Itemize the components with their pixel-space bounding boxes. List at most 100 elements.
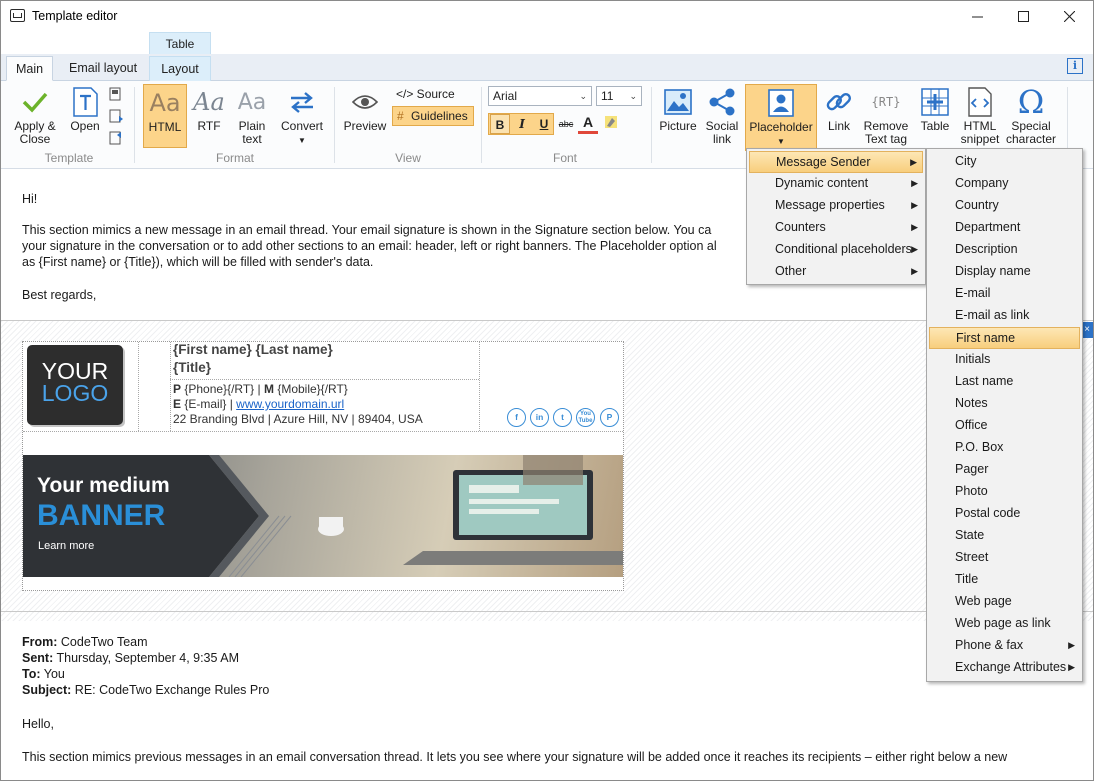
open-button[interactable]: Open [65, 84, 105, 148]
submenu-item-first-name[interactable]: First name [929, 327, 1080, 349]
submenu-item-phone-fax[interactable]: Phone & fax ▶ [929, 635, 1080, 657]
submenu-item-last-name[interactable]: Last name [929, 371, 1080, 393]
placeholder-button[interactable]: Placeholder ▼ [745, 84, 817, 151]
apply-close-label: Apply & Close [14, 119, 56, 146]
submenu-item-po-box[interactable]: P.O. Box [929, 437, 1080, 459]
format-html-label: HTML [148, 120, 182, 134]
grid-icon: # [397, 109, 404, 123]
group-separator [334, 87, 335, 163]
submenu-item-description[interactable]: Description [929, 239, 1080, 261]
submenu-item-display-name[interactable]: Display name [929, 261, 1080, 283]
ribbon-tab-strip: Main Email layout Layout i [1, 54, 1093, 81]
submenu-item-department[interactable]: Department [929, 217, 1080, 239]
submenu-item-exchange-attributes[interactable]: Exchange Attributes ▶ [929, 657, 1080, 679]
medium-banner[interactable]: Your medium BANNER Learn more [23, 455, 623, 577]
submenu-item-country[interactable]: Country [929, 195, 1080, 217]
close-icon [1063, 10, 1075, 22]
table-button[interactable]: Table [915, 84, 955, 148]
submenu-item-notes[interactable]: Notes [929, 393, 1080, 415]
submenu-item-postal-code[interactable]: Postal code [929, 503, 1080, 525]
chevron-down-icon: ⌄ [579, 91, 587, 101]
group-label-template: Template [44, 151, 94, 165]
facebook-icon[interactable]: f [507, 408, 526, 427]
font-name-combo[interactable]: Arial ⌄ [488, 86, 592, 106]
format-plain-text-button[interactable]: Aa Plain text [233, 84, 271, 148]
picture-icon [664, 89, 692, 115]
group-label-view: View [395, 151, 421, 165]
menu-item-message-sender[interactable]: Message Sender ▶ [749, 151, 923, 173]
submenu-arrow-icon: ▶ [911, 266, 918, 276]
youtube-icon[interactable]: You Tube [576, 408, 595, 427]
menu-item-message-properties[interactable]: Message properties ▶ [749, 195, 923, 217]
twitter-icon[interactable]: t [553, 408, 572, 427]
apply-close-button[interactable]: Apply & Close [9, 84, 61, 148]
maximize-button[interactable] [1000, 1, 1046, 31]
submenu-item-pager[interactable]: Pager [929, 459, 1080, 481]
info-icon[interactable]: i [1067, 58, 1083, 74]
tab-table-layout[interactable]: Layout [149, 56, 211, 81]
preview-button[interactable]: Preview [341, 84, 389, 148]
highlight-color-button[interactable] [601, 114, 621, 134]
convert-arrows-icon [291, 92, 313, 113]
submenu-item-state[interactable]: State [929, 525, 1080, 547]
picture-label: Picture [659, 119, 697, 133]
submenu-item-initials[interactable]: Initials [929, 349, 1080, 371]
picture-button[interactable]: Picture [657, 84, 699, 148]
submenu-item-city[interactable]: City [929, 151, 1080, 173]
menu-item-conditional-placeholders[interactable]: Conditional placeholders ▶ [749, 239, 923, 261]
pinterest-icon[interactable]: P [600, 408, 619, 427]
submenu-item-email[interactable]: E-mail [929, 283, 1080, 305]
format-plain-text-label: Plain text [238, 119, 266, 146]
plain-text-format-icon: Aa [237, 89, 267, 115]
template-small-buttons [107, 86, 127, 149]
source-button[interactable]: </> Source [394, 86, 474, 104]
banner-cta[interactable]: Learn more [38, 540, 94, 552]
guidelines-label: Guidelines [411, 109, 468, 123]
message-sender-submenu: City Company Country Department Descript… [926, 148, 1083, 682]
template-save-icons[interactable] [107, 86, 125, 146]
link-button[interactable]: Link [819, 84, 859, 148]
font-color-button[interactable]: A [578, 114, 598, 134]
format-rtf-button[interactable]: Aa RTF [191, 84, 227, 148]
tab-main[interactable]: Main [6, 56, 54, 81]
submenu-item-email-as-link[interactable]: E-mail as link [929, 305, 1080, 327]
close-button[interactable] [1046, 1, 1092, 31]
font-size-combo[interactable]: 11 ⌄ [596, 86, 642, 106]
submenu-item-title[interactable]: Title [929, 569, 1080, 591]
mobile-value: {Mobile}{/RT} [273, 382, 348, 396]
html-snippet-button[interactable]: HTML snippet [958, 84, 1002, 148]
social-link-label: Social link [705, 119, 739, 146]
signature-section[interactable]: YOUR LOGO {First name} {Last name} {Titl… [22, 341, 624, 591]
underline-button[interactable]: U [534, 114, 554, 134]
reply-sent: Sent: Thursday, September 4, 9:35 AM [22, 650, 239, 666]
subject-label: Subject: [22, 683, 72, 697]
menu-item-dynamic-content[interactable]: Dynamic content ▶ [749, 173, 923, 195]
submenu-item-company[interactable]: Company [929, 173, 1080, 195]
submenu-item-web-page[interactable]: Web page [929, 591, 1080, 613]
tab-email-layout[interactable]: Email layout [60, 56, 146, 81]
open-document-icon [73, 87, 98, 117]
special-character-label: Special character [1005, 119, 1057, 146]
font-size-value: 11 [601, 89, 614, 103]
submenu-item-photo[interactable]: Photo [929, 481, 1080, 503]
convert-button[interactable]: Convert ▼ [277, 84, 327, 148]
bold-button[interactable]: B [490, 114, 510, 134]
submenu-item-street[interactable]: Street [929, 547, 1080, 569]
format-html-button[interactable]: Aa HTML [143, 84, 187, 148]
menu-item-label: Exchange Attributes [955, 660, 1067, 674]
remove-text-tag-button[interactable]: {RT} Remove Text tag [862, 84, 910, 148]
reply-from: From: CodeTwo Team [22, 634, 148, 650]
strikethrough-button[interactable]: abc [556, 114, 576, 134]
minimize-button[interactable] [954, 1, 1000, 31]
website-link[interactable]: www.yourdomain.url [236, 397, 344, 411]
menu-item-counters[interactable]: Counters ▶ [749, 217, 923, 239]
italic-button[interactable]: I [512, 114, 532, 134]
social-link-button[interactable]: Social link [703, 84, 741, 148]
menu-item-other[interactable]: Other ▶ [749, 261, 923, 283]
submenu-item-office[interactable]: Office [929, 415, 1080, 437]
linkedin-icon[interactable]: in [530, 408, 549, 427]
special-character-button[interactable]: Ω Special character [1005, 84, 1057, 148]
guidelines-toggle[interactable]: # Guidelines [392, 106, 474, 126]
banner-title: BANNER [37, 499, 166, 532]
submenu-item-web-page-as-link[interactable]: Web page as link [929, 613, 1080, 635]
